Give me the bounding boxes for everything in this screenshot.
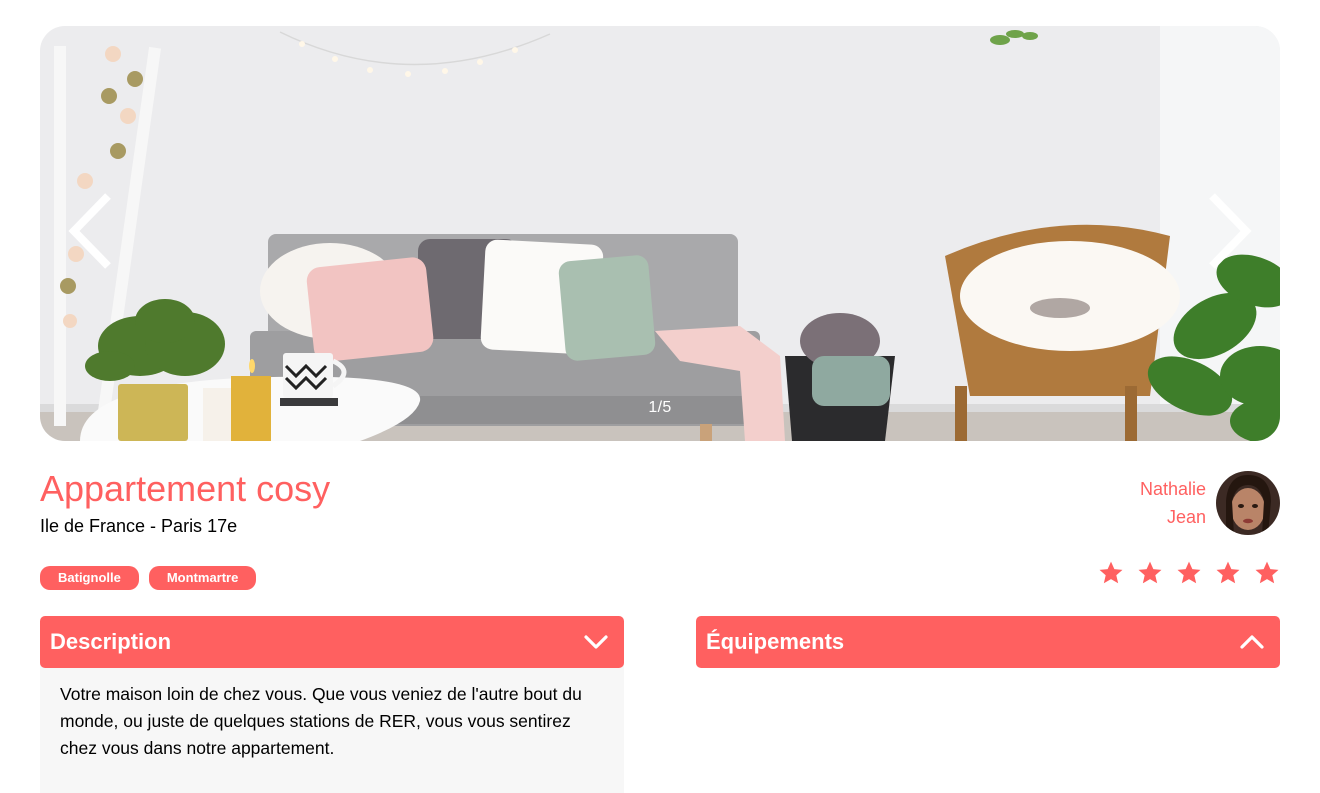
star-icon xyxy=(1177,561,1201,584)
star-icon xyxy=(1138,561,1162,584)
listing-page: 1/5 Appartement cosy Ile de France - Par… xyxy=(0,0,1320,793)
chevron-up-icon xyxy=(1240,635,1264,649)
equipments-title: Équipements xyxy=(706,629,845,654)
chevron-down-icon xyxy=(584,635,608,649)
chevron-right-icon xyxy=(1209,193,1252,269)
listing-location: Ile de France - Paris 17e xyxy=(40,516,238,536)
description-toggle[interactable]: Description xyxy=(40,616,624,668)
listing-title: Appartement cosy xyxy=(40,468,331,509)
star-icon xyxy=(1099,561,1123,584)
carousel-counter: 1/5 xyxy=(648,399,672,416)
carousel-previous-button[interactable] xyxy=(60,186,120,276)
star-icon xyxy=(1255,561,1279,584)
host-last-name: Jean xyxy=(1166,507,1206,527)
listing-photo xyxy=(40,26,1280,441)
equipments-section: Équipements xyxy=(696,616,1280,668)
chevron-left-icon xyxy=(68,193,111,269)
description-text: Votre maison loin de chez vous. Que vous… xyxy=(40,662,624,793)
host-info: Nathalie Jean xyxy=(1140,471,1280,535)
host-first-name: Nathalie xyxy=(1139,479,1206,499)
host-name: Nathalie Jean xyxy=(1140,475,1206,531)
description-title: Description xyxy=(50,629,172,654)
tag: Batignolle xyxy=(40,566,139,590)
photo-carousel: 1/5 xyxy=(40,26,1280,441)
tag: Montmartre xyxy=(148,566,257,590)
carousel-next-button[interactable] xyxy=(1200,186,1260,276)
tag-list: Batignolle Montmartre xyxy=(40,566,257,590)
host-avatar xyxy=(1216,471,1280,535)
rating-stars xyxy=(1098,560,1280,586)
star-icon xyxy=(1216,561,1240,584)
equipments-toggle[interactable]: Équipements xyxy=(696,616,1280,668)
description-section: Description Votre maison loin de chez vo… xyxy=(40,616,624,793)
